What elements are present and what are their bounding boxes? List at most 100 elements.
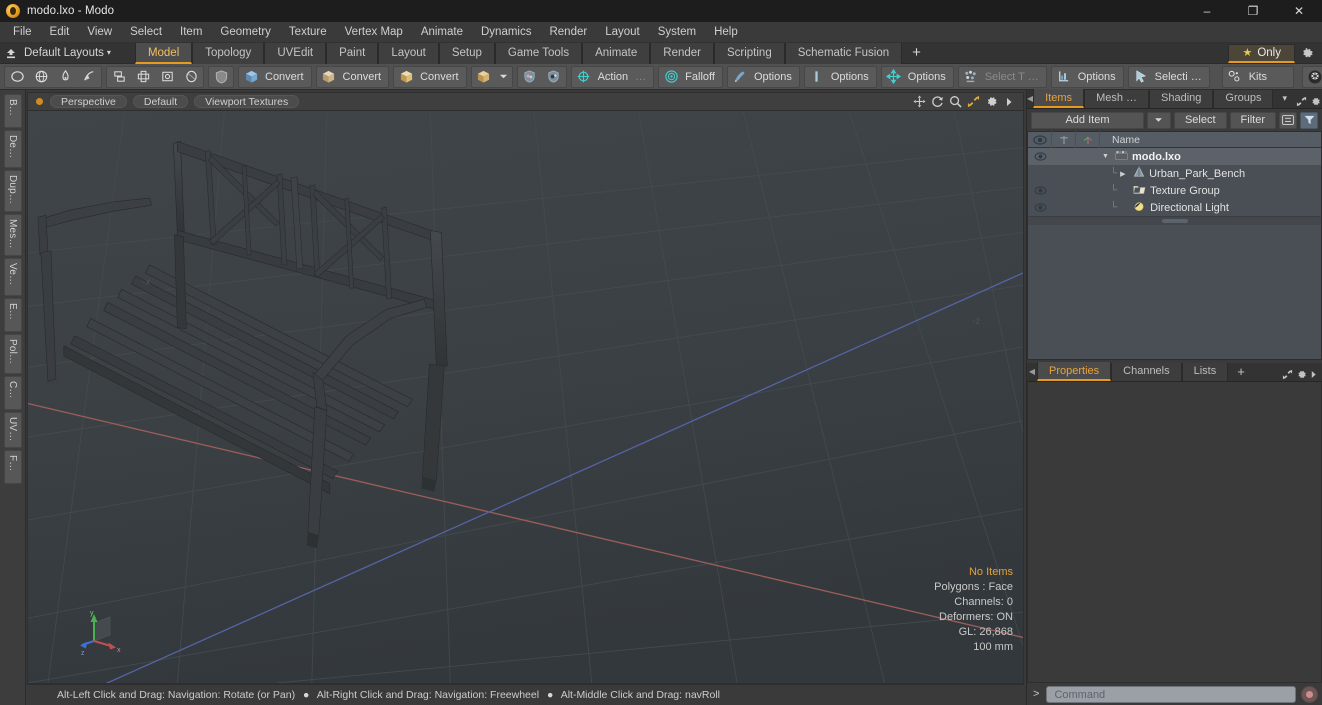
fit-icon[interactable] — [965, 94, 981, 110]
minimize-button[interactable]: – — [1184, 0, 1230, 22]
vtab-edge[interactable]: E… — [3, 298, 22, 332]
unity-icon[interactable] — [1303, 66, 1322, 87]
column-transform-header[interactable] — [1052, 131, 1076, 148]
table-row[interactable]: └ Directional Light — [1028, 199, 1321, 216]
tab-animate[interactable]: Animate — [582, 42, 651, 64]
globe-icon[interactable] — [29, 66, 53, 87]
menu-select[interactable]: Select — [121, 22, 171, 43]
menu-animate[interactable]: Animate — [412, 22, 472, 43]
pen-icon[interactable] — [53, 66, 77, 87]
menu-geometry[interactable]: Geometry — [211, 22, 280, 43]
expand-triangle-icon[interactable]: ▼ — [1102, 153, 1111, 160]
viewport-shading-dropdown[interactable]: Viewport Textures — [194, 95, 300, 108]
square-dot-icon[interactable] — [155, 66, 179, 87]
toolgroup-convert-1[interactable]: Convert — [238, 65, 312, 88]
select-button[interactable]: Select — [1173, 111, 1227, 129]
item-tree-horizontal-scrollbar[interactable] — [1028, 216, 1321, 225]
toolgroup-selection[interactable]: Selecti … — [1127, 65, 1210, 88]
circle-icon[interactable] — [5, 66, 29, 87]
gear-icon[interactable] — [1295, 43, 1319, 64]
record-icon[interactable] — [1301, 685, 1318, 703]
close-button[interactable]: ✕ — [1276, 0, 1322, 22]
vtab-deform[interactable]: De… — [3, 130, 22, 168]
visibility-eye-icon[interactable] — [1028, 182, 1052, 199]
gear-icon[interactable] — [1296, 369, 1307, 380]
gear-icon[interactable] — [1310, 96, 1321, 107]
tab-render[interactable]: Render — [650, 42, 714, 64]
toolgroup-convert-3[interactable]: Convert — [393, 65, 467, 88]
add-properties-tab-button[interactable]: + — [1228, 363, 1254, 381]
tab-channels[interactable]: Channels — [1111, 363, 1182, 381]
toolgroup-options-1[interactable]: Options — [726, 65, 800, 88]
tab-paint[interactable]: Paint — [326, 42, 379, 64]
panel-tab-dropdown-icon[interactable]: ▾ — [1273, 90, 1296, 108]
grid-shape-icon[interactable] — [131, 66, 155, 87]
tab-scripting[interactable]: Scripting — [713, 42, 785, 64]
render-cell[interactable] — [1076, 199, 1100, 216]
chevron-right-icon[interactable] — [1001, 94, 1017, 110]
tab-groups[interactable]: Groups — [1213, 90, 1274, 108]
upload-layout-icon[interactable] — [0, 43, 22, 64]
render-cell[interactable] — [1076, 182, 1100, 199]
viewport-style-dropdown[interactable]: Default — [132, 95, 189, 108]
toolgroup-action-center[interactable]: Action … — [570, 65, 655, 88]
visibility-cell[interactable] — [1028, 165, 1052, 182]
visibility-eye-icon[interactable] — [1028, 148, 1052, 165]
tab-items[interactable]: Items — [1033, 89, 1085, 108]
table-row[interactable]: ▼ modo.lxo — [1028, 148, 1321, 165]
tab-setup[interactable]: Setup — [438, 42, 495, 64]
column-render-header[interactable] — [1076, 131, 1100, 148]
scrollbar-grip[interactable] — [1161, 219, 1188, 223]
menu-view[interactable]: View — [78, 22, 121, 43]
tab-model[interactable]: Model — [134, 42, 193, 64]
maximize-button[interactable]: ❐ — [1230, 0, 1276, 22]
tab-topology[interactable]: Topology — [192, 42, 265, 64]
tab-properties[interactable]: Properties — [1037, 362, 1112, 381]
transform-cell[interactable] — [1052, 165, 1076, 182]
table-row[interactable]: └ Texture Group — [1028, 182, 1321, 199]
vtab-uv[interactable]: UV… — [3, 412, 22, 448]
3d-viewport[interactable]: -x -z No Items Polygons : Face Channels:… — [27, 110, 1024, 684]
vtab-fusion[interactable]: F… — [3, 450, 22, 484]
menu-layout[interactable]: Layout — [596, 22, 649, 43]
expand-icon[interactable] — [1282, 369, 1293, 380]
panel-collapse-arrow-icon[interactable]: ◀ — [1027, 362, 1037, 381]
menu-system[interactable]: System — [649, 22, 705, 43]
tab-uvedit[interactable]: UVEdit — [264, 42, 327, 64]
tab-game-tools[interactable]: Game Tools — [494, 42, 583, 64]
shield-pink-icon[interactable] — [518, 66, 542, 87]
menu-file[interactable]: File — [4, 22, 41, 43]
render-cell[interactable] — [1076, 165, 1100, 182]
cube-shield-icon[interactable] — [472, 66, 496, 87]
chevron-down-icon[interactable] — [496, 66, 512, 87]
properties-panel-content[interactable] — [1027, 382, 1322, 683]
vtab-mesh-edit[interactable]: Mes… — [3, 214, 22, 256]
visibility-eye-icon[interactable] — [1028, 199, 1052, 216]
filter-button[interactable]: Filter — [1229, 111, 1276, 129]
menu-item[interactable]: Item — [171, 22, 211, 43]
vtab-vertex[interactable]: Ve… — [3, 258, 22, 296]
add-item-dropdown-button[interactable] — [1146, 111, 1171, 129]
menu-dynamics[interactable]: Dynamics — [472, 22, 540, 43]
expand-triangle-icon[interactable]: ▶ — [1120, 170, 1129, 178]
tab-layout[interactable]: Layout — [378, 42, 439, 64]
viewport-projection-dropdown[interactable]: Perspective — [50, 95, 127, 108]
zoom-icon[interactable] — [947, 94, 963, 110]
curve-icon[interactable] — [77, 66, 101, 87]
only-toggle-button[interactable]: ★ Only — [1228, 43, 1295, 63]
collapse-icon[interactable] — [1279, 111, 1297, 129]
menu-render[interactable]: Render — [540, 22, 596, 43]
render-cell[interactable] — [1076, 148, 1100, 165]
table-row[interactable]: └ ▶ Urban_Park_Bench — [1028, 165, 1321, 182]
toolgroup-convert-2[interactable]: Convert — [315, 65, 390, 88]
tab-mesh-ops[interactable]: Mesh … — [1084, 90, 1150, 108]
rotate-icon[interactable] — [929, 94, 945, 110]
menu-edit[interactable]: Edit — [41, 22, 79, 43]
menu-help[interactable]: Help — [705, 22, 747, 43]
pan-icon[interactable] — [911, 94, 927, 110]
toolgroup-select-through[interactable]: Select T … — [957, 65, 1047, 88]
tab-shading[interactable]: Shading — [1149, 90, 1214, 108]
transform-cell[interactable] — [1052, 182, 1076, 199]
default-layouts-dropdown[interactable]: Default Layouts ▾ — [22, 47, 117, 59]
oval-icon[interactable] — [179, 66, 203, 87]
